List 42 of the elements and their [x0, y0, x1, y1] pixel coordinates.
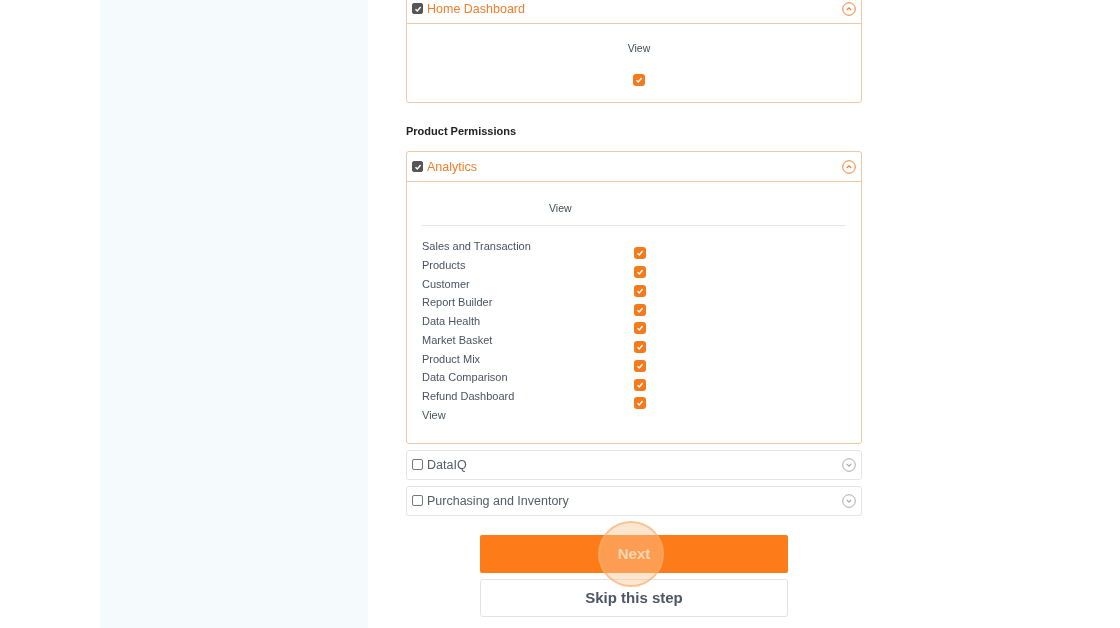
section-checkbox[interactable] — [412, 495, 423, 506]
view-checkbox[interactable] — [634, 322, 646, 335]
permission-label: Customer — [422, 276, 471, 292]
expand-chevron-icon[interactable] — [842, 457, 856, 472]
column-header: View — [549, 202, 572, 214]
view-checkbox[interactable] — [634, 266, 646, 279]
permission-label: View — [422, 407, 447, 423]
permission-label: Data Comparison — [422, 370, 509, 386]
section-title[interactable]: Purchasing and Inventory — [427, 493, 838, 508]
check-icon — [636, 380, 644, 389]
permission-label: Market Basket — [422, 332, 494, 348]
section-heading: Product Permissions — [406, 125, 518, 137]
column-header: View — [627, 42, 651, 54]
section-checkbox[interactable] — [412, 3, 423, 14]
collapse-chevron-icon[interactable] — [842, 159, 856, 174]
view-checkbox[interactable] — [634, 378, 646, 391]
view-checkbox[interactable] — [634, 247, 646, 260]
check-icon — [636, 305, 644, 314]
view-checkbox[interactable] — [634, 284, 646, 297]
skip-button[interactable]: Skip this step — [480, 578, 788, 617]
permission-label: Report Builder — [422, 295, 494, 311]
permission-label: Product Mix — [422, 351, 482, 367]
check-icon — [413, 162, 422, 171]
permission-label: Sales and Transaction — [422, 239, 532, 254]
permission-label: Data Health — [422, 314, 482, 329]
expand-chevron-icon[interactable] — [842, 493, 856, 508]
section-checkbox[interactable] — [412, 161, 423, 172]
view-checkbox[interactable] — [634, 397, 646, 410]
section-title[interactable]: DataIQ — [427, 457, 838, 472]
check-icon — [635, 76, 643, 84]
view-checkbox[interactable] — [634, 359, 646, 372]
section-checkbox[interactable] — [412, 459, 423, 470]
view-checkbox[interactable] — [634, 341, 646, 354]
view-checkbox[interactable] — [634, 303, 646, 316]
view-checkbox[interactable] — [633, 74, 645, 86]
check-icon — [413, 4, 422, 13]
check-icon — [636, 249, 644, 258]
permission-label: Refund Dashboard — [422, 389, 516, 404]
check-icon — [636, 324, 644, 333]
permission-label: Products — [422, 257, 467, 273]
check-icon — [636, 399, 644, 408]
collapse-chevron-icon[interactable] — [842, 1, 856, 16]
